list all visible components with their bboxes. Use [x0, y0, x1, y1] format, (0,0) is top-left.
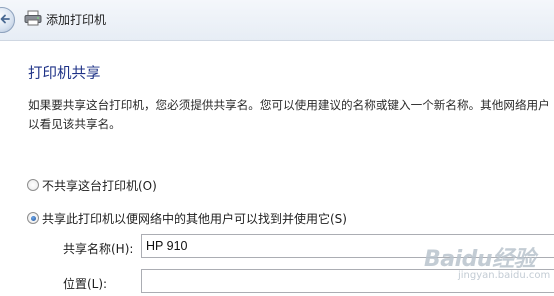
window-title: 添加打印机 [46, 13, 107, 27]
description-text: 如果要共享这台打印机，您必须提供共享名。您可以使用建议的名称或键入一个新名称。其… [28, 96, 554, 134]
page-heading: 打印机共享 [28, 66, 101, 82]
no-share-option[interactable]: 不共享这台打印机(O) [27, 176, 157, 194]
share-radio[interactable] [27, 212, 39, 224]
no-share-radio[interactable] [27, 179, 39, 191]
share-name-label: 共享名称(H): [63, 242, 134, 256]
share-label[interactable]: 共享此打印机以便网络中的其他用户可以找到并使用它(S) [42, 210, 347, 227]
printer-icon [24, 10, 42, 26]
title-bar: 添加打印机 [0, 0, 554, 41]
no-share-label[interactable]: 不共享这台打印机(O) [42, 177, 157, 194]
location-input[interactable] [141, 269, 554, 293]
location-label: 位置(L): [63, 277, 108, 291]
share-option[interactable]: 共享此打印机以便网络中的其他用户可以找到并使用它(S) [27, 209, 347, 227]
back-button[interactable] [0, 7, 15, 33]
share-name-input[interactable] [141, 234, 554, 258]
back-arrow-icon [0, 14, 10, 24]
description-line-2: 以看见该共享名。 [28, 117, 121, 131]
description-line-1: 如果要共享这台打印机，您必须提供共享名。您可以使用建议的名称或键入一个新名称。其… [28, 98, 550, 112]
